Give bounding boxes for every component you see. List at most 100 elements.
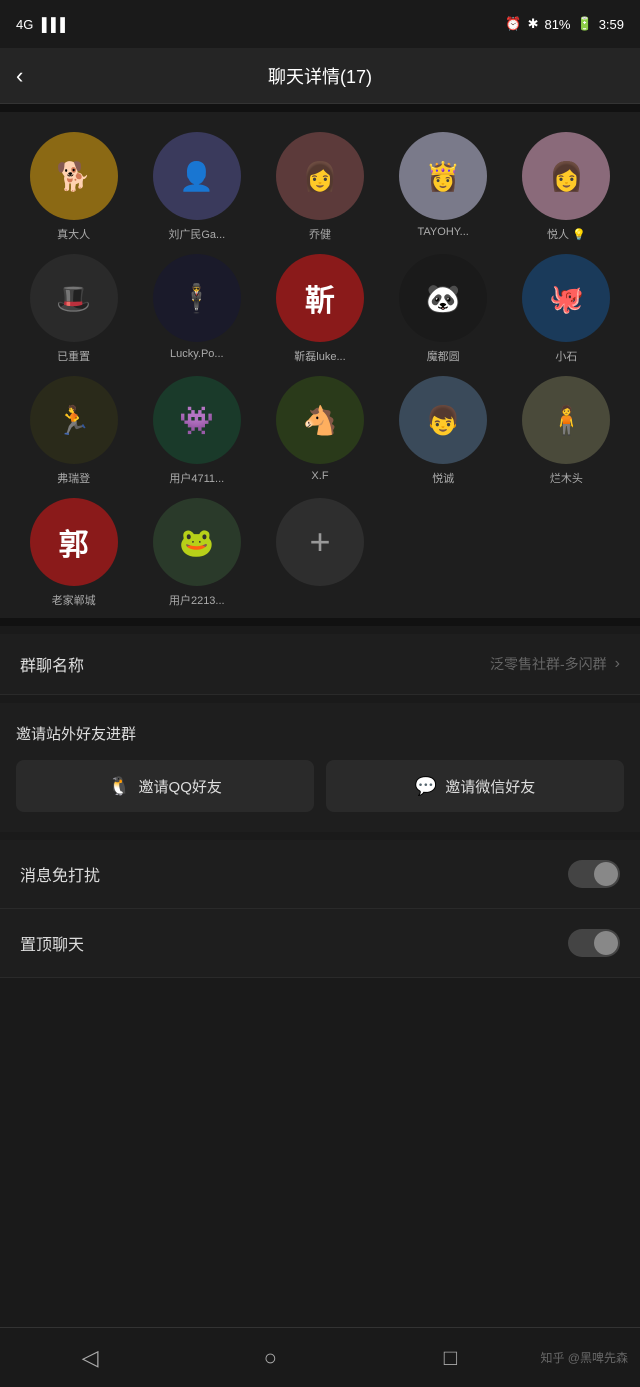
member-item[interactable]: 🐴 X.F bbox=[262, 376, 377, 486]
invite-qq-label: 邀请QQ好友 bbox=[139, 776, 222, 797]
member-item[interactable]: 👩 悦人 💡 bbox=[509, 132, 624, 242]
invite-wechat-label: 邀请微信好友 bbox=[445, 776, 535, 797]
avatar: 👤 bbox=[153, 132, 241, 220]
member-item[interactable]: 👸 TAYOHY... bbox=[386, 132, 501, 242]
pin-toggle[interactable] bbox=[568, 929, 620, 957]
signal-icon: 4G bbox=[16, 17, 33, 32]
member-item[interactable]: 🐙 小石 bbox=[509, 254, 624, 364]
member-item[interactable]: 👾 用户4711... bbox=[139, 376, 254, 486]
member-item[interactable]: 🐕 真大人 bbox=[16, 132, 131, 242]
member-name: 小石 bbox=[522, 348, 610, 364]
member-item[interactable]: 👦悦诚 bbox=[386, 376, 501, 486]
divider-1 bbox=[0, 104, 640, 112]
member-item[interactable]: 郭老家郸城 bbox=[16, 498, 131, 608]
invite-qq-button[interactable]: 🐧 邀请QQ好友 bbox=[16, 760, 314, 812]
settings-section: 群聊名称 泛零售社群-多闪群 › bbox=[0, 634, 640, 695]
pin-label: 置顶聊天 bbox=[20, 931, 84, 955]
nav-recent[interactable]: □ bbox=[360, 1328, 540, 1387]
status-bar: 4G ▐▐▐ ⏰ ✱ 81% 🔋 3:59 bbox=[0, 0, 640, 48]
page-title: 聊天详情(17) bbox=[268, 63, 372, 89]
member-name: 刘广民Ga... bbox=[153, 226, 241, 242]
member-name: 老家郸城 bbox=[30, 592, 118, 608]
avatar: 🐼 bbox=[399, 254, 487, 342]
member-item[interactable]: 🕴 Lucky.Po... bbox=[139, 254, 254, 364]
member-item[interactable]: 🏃 弗瑞登 bbox=[16, 376, 131, 486]
add-member-icon: + bbox=[276, 498, 364, 586]
toggle-section: 消息免打扰 置顶聊天 bbox=[0, 840, 640, 978]
avatar: 🕴 bbox=[153, 254, 241, 342]
member-item[interactable]: 🎩 已重置 bbox=[16, 254, 131, 364]
member-name: 烂木头 bbox=[522, 470, 610, 486]
pin-row: 置顶聊天 bbox=[0, 909, 640, 978]
divider-2 bbox=[0, 618, 640, 626]
time: 3:59 bbox=[599, 17, 624, 32]
add-member-button[interactable]: + bbox=[262, 498, 377, 608]
member-name: 真大人 bbox=[30, 226, 118, 242]
member-item[interactable]: 🧍 烂木头 bbox=[509, 376, 624, 486]
member-item[interactable]: 👤 刘广民Ga... bbox=[139, 132, 254, 242]
nav-back[interactable]: ◁ bbox=[0, 1328, 180, 1387]
group-name-text: 泛零售社群-多闪群 bbox=[490, 654, 607, 674]
member-item[interactable]: 👩 乔健 bbox=[262, 132, 377, 242]
group-name-label: 群聊名称 bbox=[20, 652, 84, 676]
avatar: 👩 bbox=[522, 132, 610, 220]
pin-toggle-knob bbox=[594, 931, 618, 955]
battery-icon: 🔋 bbox=[577, 16, 593, 32]
watermark: 知乎 @黑啤先森 bbox=[540, 1349, 640, 1366]
wechat-icon: 💬 bbox=[415, 776, 437, 797]
avatar: 🧍 bbox=[522, 376, 610, 464]
chevron-right-icon: › bbox=[615, 655, 620, 673]
member-item[interactable]: 靳靳磊luke... bbox=[262, 254, 377, 364]
member-name: 用户4711... bbox=[153, 470, 241, 486]
nav-home-icon: ○ bbox=[264, 1345, 277, 1371]
status-right: ⏰ ✱ 81% 🔋 3:59 bbox=[505, 16, 624, 32]
mute-toggle-knob bbox=[594, 862, 618, 886]
signal-bars: ▐▐▐ bbox=[37, 17, 65, 32]
nav-recent-icon: □ bbox=[444, 1345, 457, 1371]
invite-section: 邀请站外好友进群 🐧 邀请QQ好友 💬 邀请微信好友 bbox=[0, 703, 640, 832]
avatar: 🎩 bbox=[30, 254, 118, 342]
avatar: 👩 bbox=[276, 132, 364, 220]
member-name: 悦人 💡 bbox=[522, 226, 610, 242]
member-name: 已重置 bbox=[30, 348, 118, 364]
invite-title: 邀请站外好友进群 bbox=[16, 723, 624, 744]
member-name: X.F bbox=[276, 470, 364, 482]
avatar: 🐴 bbox=[276, 376, 364, 464]
alarm-icon: ⏰ bbox=[505, 16, 521, 32]
avatar: 🐕 bbox=[30, 132, 118, 220]
avatar: 👦 bbox=[399, 376, 487, 464]
member-item[interactable]: 🐸 用户2213... bbox=[139, 498, 254, 608]
member-name: 靳磊luke... bbox=[276, 348, 364, 364]
status-left: 4G ▐▐▐ bbox=[16, 17, 65, 32]
avatar: 🐸 bbox=[153, 498, 241, 586]
nav-back-icon: ◁ bbox=[82, 1345, 99, 1371]
invite-wechat-button[interactable]: 💬 邀请微信好友 bbox=[326, 760, 624, 812]
member-name: 弗瑞登 bbox=[30, 470, 118, 486]
avatar: 👸 bbox=[399, 132, 487, 220]
member-item[interactable]: 🐼 魔都圆 bbox=[386, 254, 501, 364]
avatar: 靳 bbox=[276, 254, 364, 342]
mute-toggle[interactable] bbox=[568, 860, 620, 888]
avatar: 👾 bbox=[153, 376, 241, 464]
group-name-value: 泛零售社群-多闪群 › bbox=[490, 654, 620, 674]
member-name: 乔健 bbox=[276, 226, 364, 242]
avatar: 🏃 bbox=[30, 376, 118, 464]
qq-icon: 🐧 bbox=[108, 776, 130, 797]
member-name: Lucky.Po... bbox=[153, 348, 241, 360]
back-button[interactable]: ‹ bbox=[16, 63, 23, 89]
avatar: 郭 bbox=[30, 498, 118, 586]
avatar: 🐙 bbox=[522, 254, 610, 342]
header: ‹ 聊天详情(17) bbox=[0, 48, 640, 104]
group-name-row[interactable]: 群聊名称 泛零售社群-多闪群 › bbox=[0, 634, 640, 695]
nav-home[interactable]: ○ bbox=[180, 1328, 360, 1387]
mute-row: 消息免打扰 bbox=[0, 840, 640, 909]
invite-buttons: 🐧 邀请QQ好友 💬 邀请微信好友 bbox=[16, 760, 624, 812]
member-name: TAYOHY... bbox=[399, 226, 487, 238]
member-name: 用户2213... bbox=[153, 592, 241, 608]
member-name: 魔都圆 bbox=[399, 348, 487, 364]
battery-text: 81% bbox=[544, 17, 570, 32]
members-section: 🐕 真大人 👤 刘广民Ga... 👩 乔健 👸 TAYOHY... 👩 悦人 💡 🎩 已重置 🕴 Luck… bbox=[0, 112, 640, 618]
members-grid: 🐕 真大人 👤 刘广民Ga... 👩 乔健 👸 TAYOHY... 👩 悦人 💡 🎩 已重置 🕴 Luck… bbox=[16, 132, 624, 608]
mute-label: 消息免打扰 bbox=[20, 862, 100, 886]
bluetooth-icon: ✱ bbox=[528, 16, 539, 32]
